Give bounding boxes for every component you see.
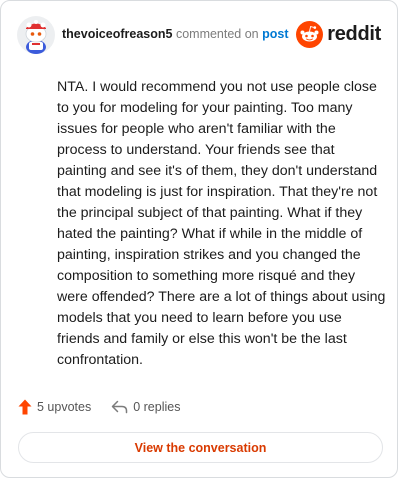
- replies-stat[interactable]: 0 replies: [111, 400, 180, 414]
- comment-stats: 5 upvotes 0 replies: [18, 399, 180, 415]
- post-link[interactable]: post: [262, 27, 288, 41]
- comment-body: NTA. I would recommend you not use peopl…: [57, 79, 386, 368]
- upvotes-stat[interactable]: 5 upvotes: [18, 399, 91, 415]
- replies-count: 0 replies: [133, 400, 181, 414]
- comment-meta: thevoiceofreason5 commented on post: [62, 27, 289, 41]
- comment-header: thevoiceofreason5 commented on post redd…: [17, 15, 381, 55]
- reddit-snoo-icon: [296, 20, 324, 48]
- user-avatar[interactable]: [17, 16, 55, 54]
- upvotes-count: 5 upvotes: [37, 400, 92, 414]
- username-link[interactable]: thevoiceofreason5: [62, 27, 172, 41]
- upvote-arrow-icon: [18, 399, 32, 415]
- comment-card: thevoiceofreason5 commented on post redd…: [0, 0, 398, 478]
- view-conversation-button[interactable]: View the conversation: [18, 432, 383, 463]
- reddit-wordmark: reddit: [327, 22, 381, 45]
- reddit-logo[interactable]: reddit: [296, 20, 381, 48]
- action-text: commented on: [175, 27, 259, 41]
- reply-arrow-icon: [111, 400, 128, 414]
